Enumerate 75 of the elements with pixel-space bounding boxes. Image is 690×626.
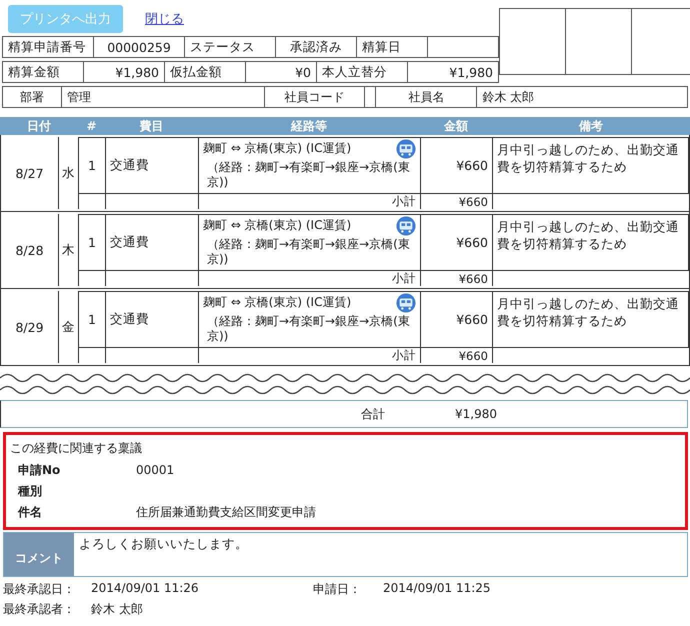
route-text: 麹町 ⇔ 京橋(東京) (IC運賃) xyxy=(203,295,352,310)
field-label: 最終承認日： xyxy=(3,581,76,598)
field-label: 最終承認者： xyxy=(3,601,76,618)
field-value: 管理 xyxy=(62,87,265,107)
note-cell: 月中引っ越しのため、出勤交通費を切符精算するため xyxy=(493,214,689,270)
date-cell: 8/29 xyxy=(1,291,59,363)
field-label: 精算日 xyxy=(357,37,428,57)
table-cell: ¥660 xyxy=(421,214,493,270)
column-header: # xyxy=(85,119,98,133)
field-label: 精算申請番号 xyxy=(3,37,94,57)
field-value: ¥1,980 xyxy=(84,62,165,82)
route-detail: （経路：麹町→有楽町→銀座→京橋(東京)) xyxy=(206,160,411,190)
comment-label: コメント xyxy=(4,533,74,576)
weekday-cell: 金 xyxy=(59,291,79,363)
column-header: 金額 xyxy=(443,118,469,134)
field-label: 申請日： xyxy=(313,581,362,598)
train-icon xyxy=(396,293,416,313)
note-cell: 月中引っ越しのため、出勤交通費を切符精算するため xyxy=(493,291,689,347)
subtotal-label: 小計 xyxy=(199,270,421,286)
table-cell xyxy=(79,270,106,286)
field-value: ¥0 xyxy=(246,62,317,82)
date-cell: 8/28 xyxy=(1,214,59,286)
table-cell: 1 xyxy=(79,137,106,193)
field-value: 00001 xyxy=(136,463,174,477)
weekday-cell: 木 xyxy=(59,214,79,286)
date-cell: 8/27 xyxy=(1,137,59,209)
field-label: 社員コード xyxy=(264,87,366,107)
subtotal-label: 小計 xyxy=(199,193,421,209)
note-cell: 月中引っ越しのため、出勤交通費を切符精算するため xyxy=(493,137,689,193)
field-value: 鈴木 太郎 xyxy=(91,601,143,618)
route-text: 麹町 ⇔ 京橋(東京) (IC運賃) xyxy=(203,141,352,156)
comment-text: よろしくお願いいたします。 xyxy=(78,535,249,553)
table-cell: 1 xyxy=(79,214,106,270)
table-cell: 交通費 xyxy=(106,137,199,193)
train-icon xyxy=(396,139,416,159)
field-value: 承認済み xyxy=(276,37,357,57)
field-label: 部署 xyxy=(3,87,62,107)
field-value: 2014/09/01 11:25 xyxy=(383,581,491,597)
table-cell xyxy=(79,347,106,363)
field-label: 件名 xyxy=(18,504,43,520)
table-cell: ¥660 xyxy=(421,137,493,193)
field-value: 鈴木 太郎 xyxy=(481,88,536,106)
subtotal-value: ¥660 xyxy=(421,347,493,363)
field-label: ステータス xyxy=(185,37,276,57)
subtotal-label: 小計 xyxy=(199,347,421,363)
field-value: 2014/09/01 11:26 xyxy=(91,581,199,597)
subtotal-value: ¥660 xyxy=(421,270,493,286)
train-icon xyxy=(396,216,416,236)
field-label: 精算金額 xyxy=(3,62,84,82)
close-link[interactable]: 閉じる xyxy=(145,10,184,28)
panel-title: この経費に関連する稟議 xyxy=(10,440,143,457)
table-cell: 交通費 xyxy=(106,214,199,270)
column-header: 費目 xyxy=(138,118,164,134)
table-cell: 1 xyxy=(79,291,106,347)
weekday-cell: 水 xyxy=(59,137,79,209)
column-header: 経路等 xyxy=(290,118,328,134)
route-detail: （経路：麹町→有楽町→銀座→京橋(東京)) xyxy=(206,314,411,344)
field-value: ¥1,980 xyxy=(448,64,494,82)
total-label: 合計 xyxy=(361,406,386,422)
column-header: 備考 xyxy=(578,118,604,134)
route-text: 麹町 ⇔ 京橋(東京) (IC運賃) xyxy=(203,218,352,233)
column-header: 日付 xyxy=(26,118,52,134)
route-detail: （経路：麹町→有楽町→銀座→京橋(東京)) xyxy=(206,237,411,267)
total-value: ¥1,980 xyxy=(455,407,497,421)
table-cell: ¥660 xyxy=(421,291,493,347)
subtotal-value: ¥660 xyxy=(421,193,493,209)
field-value: 住所届兼通勤費支給区間変更申請 xyxy=(136,504,316,520)
field-label: 種別 xyxy=(18,482,43,500)
field-label: 申請No xyxy=(18,462,62,478)
field-label: 仮払金額 xyxy=(165,62,246,82)
field-value: 00000259 xyxy=(94,37,185,57)
field-label: 本人立替分 xyxy=(317,62,408,82)
field-label: 社員名 xyxy=(376,87,478,107)
table-cell xyxy=(79,193,106,209)
table-cell: 交通費 xyxy=(106,291,199,347)
